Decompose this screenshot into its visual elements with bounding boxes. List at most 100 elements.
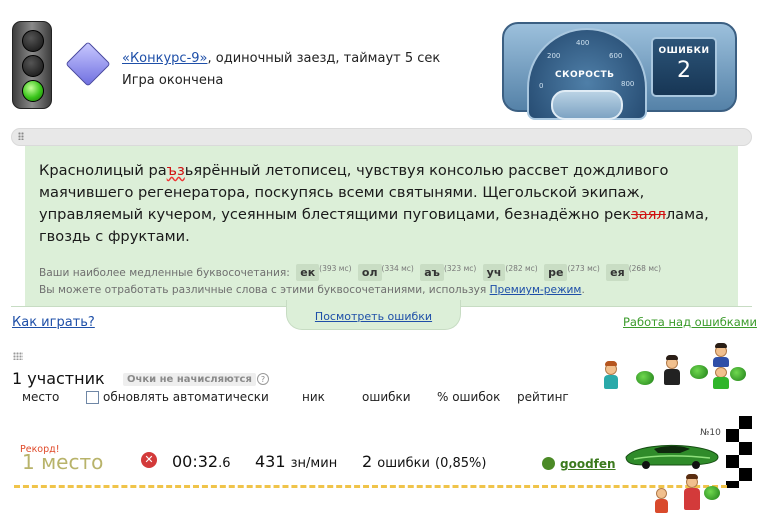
text-segment: Краснолицый ра — [39, 162, 167, 179]
game-title: «Конкурс-9», одиночный заезд, таймаут 5 … — [122, 48, 440, 70]
spectator-hair-icon — [715, 343, 727, 348]
race-track-line — [14, 485, 727, 488]
slow-pair-time: (393 мс) — [319, 264, 352, 273]
contest-link[interactable]: «Конкурс-9» — [122, 51, 208, 66]
errors-pct-open: (0,85 — [435, 456, 470, 471]
result-errors: 2 ошибки (0,85%) — [362, 452, 486, 471]
view-errors-link[interactable]: Посмотреть ошибки — [287, 310, 460, 323]
traffic-light-green-lamp — [22, 80, 44, 102]
gauge-tick: 600 — [609, 52, 623, 60]
user-icon — [542, 457, 555, 470]
errors-value: 2 — [362, 452, 373, 471]
errors-counter-value: 2 — [677, 58, 691, 83]
slow-pair: ре — [544, 264, 568, 281]
drag-handle-icon — [18, 132, 24, 140]
game-mode-text: , одиночный заезд, таймаут 5 сек — [207, 51, 441, 66]
errors-counter: ОШИБКИ 2 — [651, 37, 717, 97]
slow-pair-time: (334 мс) — [381, 264, 414, 273]
race-car-icon — [625, 444, 719, 469]
spectators-illustration — [652, 470, 732, 520]
slow-pairs-info: Ваши наиболее медленные буквосочетания: … — [39, 260, 729, 299]
slow-pair-time: (273 мс) — [567, 264, 600, 273]
slow-pair: ол — [357, 264, 382, 281]
slow-pairs-label: Ваши наиболее медленные буквосочетания: — [39, 267, 290, 279]
bush-icon — [730, 367, 746, 381]
speed-label: СКОРОСТЬ — [555, 70, 615, 80]
column-place: место — [22, 390, 60, 404]
gauge-tick: 400 — [576, 39, 590, 47]
traffic-light-red-lamp — [22, 30, 44, 52]
errors-unit: ошибки — [377, 456, 430, 471]
time-fraction: .6 — [218, 456, 231, 471]
practice-text: Вы можете отработать различные слова с э… — [39, 284, 487, 296]
speedometer-panel: 0 200 400 600 800 СКОРОСТЬ ОШИБКИ 2 — [502, 22, 737, 120]
time-main: 00:32 — [172, 452, 219, 471]
bush-icon — [704, 486, 720, 500]
spectator-hair-icon — [686, 474, 698, 479]
help-icon[interactable]: ? — [257, 373, 269, 385]
bush-icon — [636, 371, 654, 385]
drag-handle-icon — [13, 352, 23, 360]
spectators-illustration — [600, 343, 750, 393]
auto-update-checkbox[interactable] — [86, 391, 99, 404]
player-nick: goodfen — [560, 457, 616, 471]
speed-gauge: 0 200 400 600 800 СКОРОСТЬ — [527, 28, 647, 120]
practice-end: . — [581, 284, 585, 296]
participants-count: 1 участник — [12, 369, 105, 388]
slow-pair: уч — [482, 264, 506, 281]
traffic-light — [12, 21, 52, 109]
column-rating: рейтинг — [517, 390, 569, 404]
auto-update-label[interactable]: обновлять автоматически — [103, 390, 269, 404]
slow-pair: ея — [606, 264, 629, 281]
gauge-tick: 0 — [539, 82, 544, 90]
spectator-body-icon — [713, 377, 729, 389]
traffic-light-yellow-lamp — [22, 55, 44, 77]
spectator-body-icon — [684, 488, 700, 510]
typed-text: Краснолицый раъзьярённый летописец, чувс… — [39, 160, 729, 248]
speed-screen — [551, 90, 623, 120]
column-errors-pct: % ошибок — [437, 390, 501, 404]
speed-value: 431 — [255, 452, 286, 471]
view-errors-tab[interactable]: Посмотреть ошибки — [286, 300, 461, 330]
error-fragment: заял — [631, 206, 666, 223]
premium-mode-link[interactable]: Премиум-режим — [490, 284, 582, 296]
spectator-head-icon — [656, 488, 667, 499]
slow-pair-time: (282 мс) — [505, 264, 538, 273]
result-speed: 431 зн/мин — [255, 452, 337, 471]
progress-track — [11, 128, 752, 146]
no-points-badge: Очки не начисляются — [123, 373, 256, 386]
errors-pct-close: ) — [481, 456, 487, 471]
column-nick: ник — [302, 390, 325, 404]
speed-unit: зн/мин — [290, 456, 338, 471]
spectator-hair-icon — [666, 355, 678, 360]
car-number: №10 — [700, 428, 721, 438]
game-status: Игра окончена — [122, 73, 224, 88]
result-place: 1 место — [22, 450, 104, 474]
gauge-tick: 200 — [547, 52, 561, 60]
column-errors: ошибки — [362, 390, 411, 404]
slow-pair: ек — [296, 264, 320, 281]
error-fragment: ъз — [166, 162, 185, 179]
bush-icon — [690, 365, 708, 379]
result-time: 00:32.6 — [172, 452, 231, 471]
work-on-errors-link[interactable]: Работа над ошибками — [623, 315, 757, 329]
player-nick-link[interactable]: goodfen — [542, 457, 616, 471]
slow-pairs-row: Ваши наиболее медленные буквосочетания: … — [39, 260, 729, 282]
slow-pair: аъ — [420, 264, 444, 281]
spectator-body-icon — [664, 369, 680, 385]
close-icon[interactable]: ✕ — [141, 452, 157, 468]
errors-counter-label: ОШИБКИ — [658, 46, 710, 56]
contest-diamond-icon — [65, 41, 111, 87]
spectator-body-icon — [713, 357, 729, 367]
errors-pct-sign: % — [469, 456, 482, 471]
slow-pair-time: (268 мс) — [628, 264, 662, 273]
spectator-body-icon — [655, 499, 668, 513]
text-panel: Краснолицый раъзьярённый летописец, чувс… — [25, 146, 738, 306]
how-to-play-link[interactable]: Как играть? — [12, 315, 95, 330]
spectator-hair-icon — [605, 361, 617, 366]
practice-row: Вы можете отработать различные слова с э… — [39, 282, 729, 299]
game-info: «Конкурс-9», одиночный заезд, таймаут 5 … — [122, 48, 440, 92]
slow-pair-time: (323 мс) — [443, 264, 477, 273]
gauge-tick: 800 — [621, 80, 635, 88]
spectator-body-icon — [604, 375, 618, 389]
